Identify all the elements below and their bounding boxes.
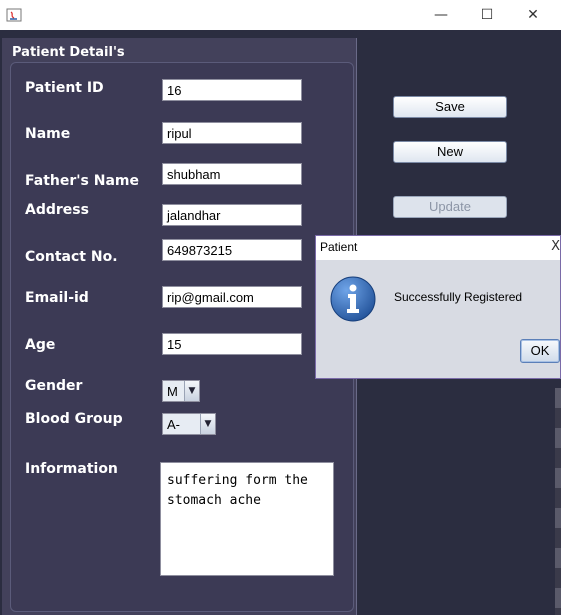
chevron-down-icon[interactable]: ▼ <box>184 381 199 401</box>
email-label: Email-id <box>25 290 89 306</box>
address-label: Address <box>25 202 89 218</box>
patient-id-field[interactable]: 16 <box>162 79 302 101</box>
close-window-button[interactable]: ✕ <box>510 0 556 30</box>
address-field[interactable]: jalandhar <box>162 204 302 226</box>
ok-button[interactable]: OK <box>520 339 560 363</box>
dialog-message: Successfully Registered <box>394 290 523 304</box>
age-field[interactable]: 15 <box>162 333 302 355</box>
name-label: Name <box>25 126 71 142</box>
info-icon <box>330 276 376 322</box>
blood-group-select[interactable]: A- ▼ <box>162 413 216 435</box>
dialog-title: Patient <box>320 240 358 254</box>
java-app-icon <box>6 8 22 22</box>
chevron-down-icon[interactable]: ▼ <box>200 414 215 434</box>
blood-group-label: Blood Group <box>25 411 123 427</box>
message-dialog: Patient X Successfully Registered OK <box>315 235 561 379</box>
blood-group-value: A- <box>167 416 180 432</box>
new-button[interactable]: New <box>393 141 507 163</box>
father-name-field[interactable]: shubham <box>162 163 302 185</box>
save-button[interactable]: Save <box>393 96 507 118</box>
background-window-edge <box>555 388 561 615</box>
gender-select[interactable]: M ▼ <box>162 380 200 402</box>
patient-id-label: Patient ID <box>25 80 104 96</box>
contact-label: Contact No. <box>25 249 118 265</box>
information-label: Information <box>25 461 118 477</box>
maximize-button[interactable]: ☐ <box>464 0 510 30</box>
gender-value: M <box>167 383 178 399</box>
dialog-titlebar: Patient X <box>316 236 560 260</box>
contact-field[interactable]: 649873215 <box>162 239 302 261</box>
minimize-button[interactable]: — <box>418 0 464 30</box>
panel-title: Patient Detail's <box>12 45 125 60</box>
gender-label: Gender <box>25 378 83 394</box>
window-titlebar: — ☐ ✕ <box>0 0 561 30</box>
update-button[interactable]: Update <box>393 196 507 218</box>
dialog-close-icon[interactable]: X <box>551 239 560 254</box>
name-field[interactable]: ripul <box>162 122 302 144</box>
email-field[interactable]: rip@gmail.com <box>162 286 302 308</box>
father-name-label: Father's Name <box>25 173 139 189</box>
age-label: Age <box>25 337 56 353</box>
information-textarea[interactable]: suffering form the stomach ache <box>160 462 334 576</box>
